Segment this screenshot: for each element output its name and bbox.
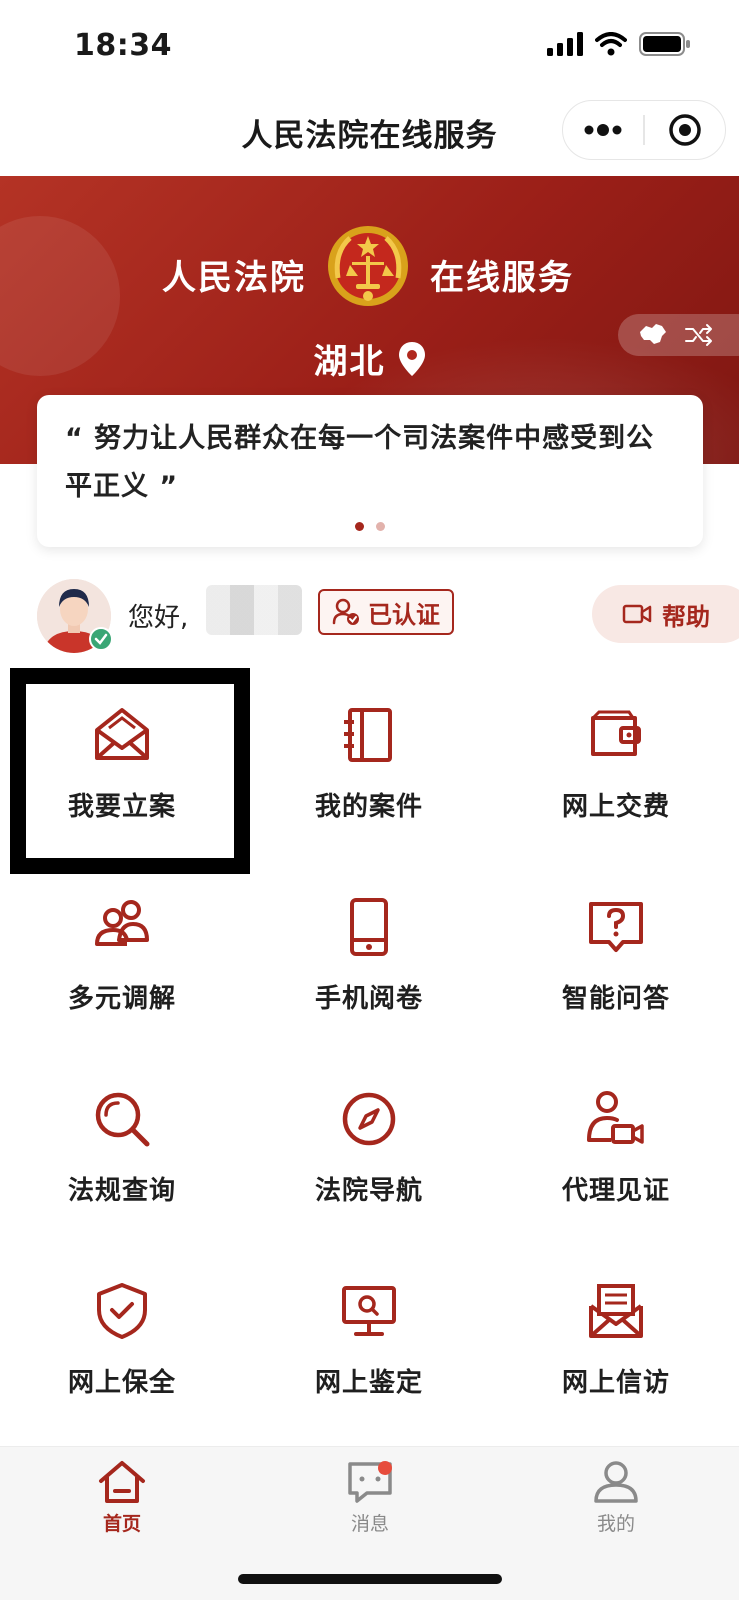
mini-program-capsule (562, 100, 726, 160)
tab-label: 首页 (102, 1513, 141, 1535)
greeting-text: 您好, (128, 603, 189, 633)
help-label: 帮助 (662, 602, 710, 631)
service-label: 网上保全 (67, 1368, 176, 1398)
title-bar: 人民法院在线服务 (0, 96, 739, 176)
more-button[interactable] (563, 101, 643, 159)
verified-status-tag[interactable]: 已认证 (318, 589, 454, 635)
service-smart-qa[interactable]: 智能问答 (516, 864, 716, 1034)
person-video-icon (587, 1091, 644, 1144)
target-circle-icon (669, 114, 701, 146)
tab-home[interactable]: 首页 (42, 1459, 202, 1536)
location-pin-icon (398, 341, 425, 376)
service-label: 法院导航 (314, 1176, 423, 1206)
service-court-navigation[interactable]: 法院导航 (269, 1056, 469, 1226)
carousel-indicator (37, 522, 703, 531)
tab-label: 消息 (350, 1513, 389, 1535)
user-verified-icon (332, 598, 359, 625)
service-law-search[interactable]: 法规查询 (22, 1056, 222, 1226)
service-agent-witness[interactable]: 代理见证 (516, 1056, 716, 1226)
wifi-icon (595, 32, 627, 56)
service-label: 代理见证 (561, 1176, 670, 1206)
service-my-cases[interactable]: 我的案件 (269, 672, 469, 842)
verified-label: 已认证 (368, 600, 440, 629)
home-indicator (238, 1574, 502, 1584)
service-label: 网上信访 (561, 1368, 670, 1398)
court-emblem-icon (328, 226, 408, 306)
profile-icon (594, 1461, 638, 1503)
mobile-icon (350, 898, 388, 956)
compass-icon (342, 1092, 396, 1146)
status-icons (547, 32, 691, 56)
shuffle-icon (685, 324, 712, 346)
video-camera-icon (622, 604, 652, 624)
service-label: 智能问答 (561, 984, 670, 1014)
switch-region-button[interactable] (618, 314, 739, 356)
service-label: 多元调解 (67, 984, 176, 1014)
verified-badge (89, 627, 113, 651)
service-online-payment[interactable]: 网上交费 (516, 672, 716, 842)
battery-icon (639, 32, 690, 56)
unread-badge (378, 1461, 392, 1475)
slogan-text: “ 努力让人民群众在每一个司法案件中感受到公平正义 ” (65, 423, 655, 502)
banner-title-right: 在线服务 (430, 258, 574, 298)
status-time: 18:34 (74, 28, 172, 63)
service-online-preservation[interactable]: 网上保全 (22, 1248, 222, 1418)
china-map-icon (640, 324, 666, 344)
focus-highlight-box (10, 668, 250, 874)
people-icon (95, 900, 149, 946)
wallet-icon (591, 710, 641, 756)
carousel-dot (376, 522, 385, 531)
monitor-search-icon (342, 1286, 396, 1336)
service-mobile-reading[interactable]: 手机阅卷 (269, 864, 469, 1034)
banner-title-left: 人民法院 (162, 258, 306, 298)
service-label: 手机阅卷 (314, 984, 423, 1014)
status-bar: 18:34 (0, 0, 739, 96)
check-icon (94, 633, 108, 645)
shield-check-icon (97, 1283, 147, 1339)
user-name-masked (206, 585, 302, 635)
search-icon (95, 1092, 150, 1147)
tab-profile[interactable]: 我的 (536, 1459, 696, 1536)
service-label: 我的案件 (314, 792, 423, 822)
service-label: 网上交费 (561, 792, 670, 822)
service-mediation[interactable]: 多元调解 (22, 864, 222, 1034)
service-online-petition[interactable]: 网上信访 (516, 1248, 716, 1418)
signal-icon (547, 32, 583, 56)
slogan-card[interactable]: “ 努力让人民群众在每一个司法案件中感受到公平正义 ” (37, 395, 703, 547)
user-info-row: 您好, 已认证 帮助 (0, 575, 739, 655)
notebook-icon (344, 708, 392, 762)
tab-label: 我的 (596, 1513, 635, 1535)
service-label: 网上鉴定 (314, 1368, 423, 1398)
help-button[interactable]: 帮助 (592, 585, 739, 643)
service-online-appraisal[interactable]: 网上鉴定 (269, 1248, 469, 1418)
close-mini-program-button[interactable] (645, 101, 725, 159)
more-dots-icon (584, 124, 622, 136)
service-label: 法规查询 (67, 1176, 176, 1206)
carousel-dot-active (355, 522, 364, 531)
home-icon (99, 1461, 145, 1503)
region-name: 湖北 (313, 342, 386, 382)
mail-letter-icon (589, 1284, 643, 1338)
question-bubble-icon (589, 902, 643, 952)
tab-messages[interactable]: 消息 (290, 1459, 450, 1536)
